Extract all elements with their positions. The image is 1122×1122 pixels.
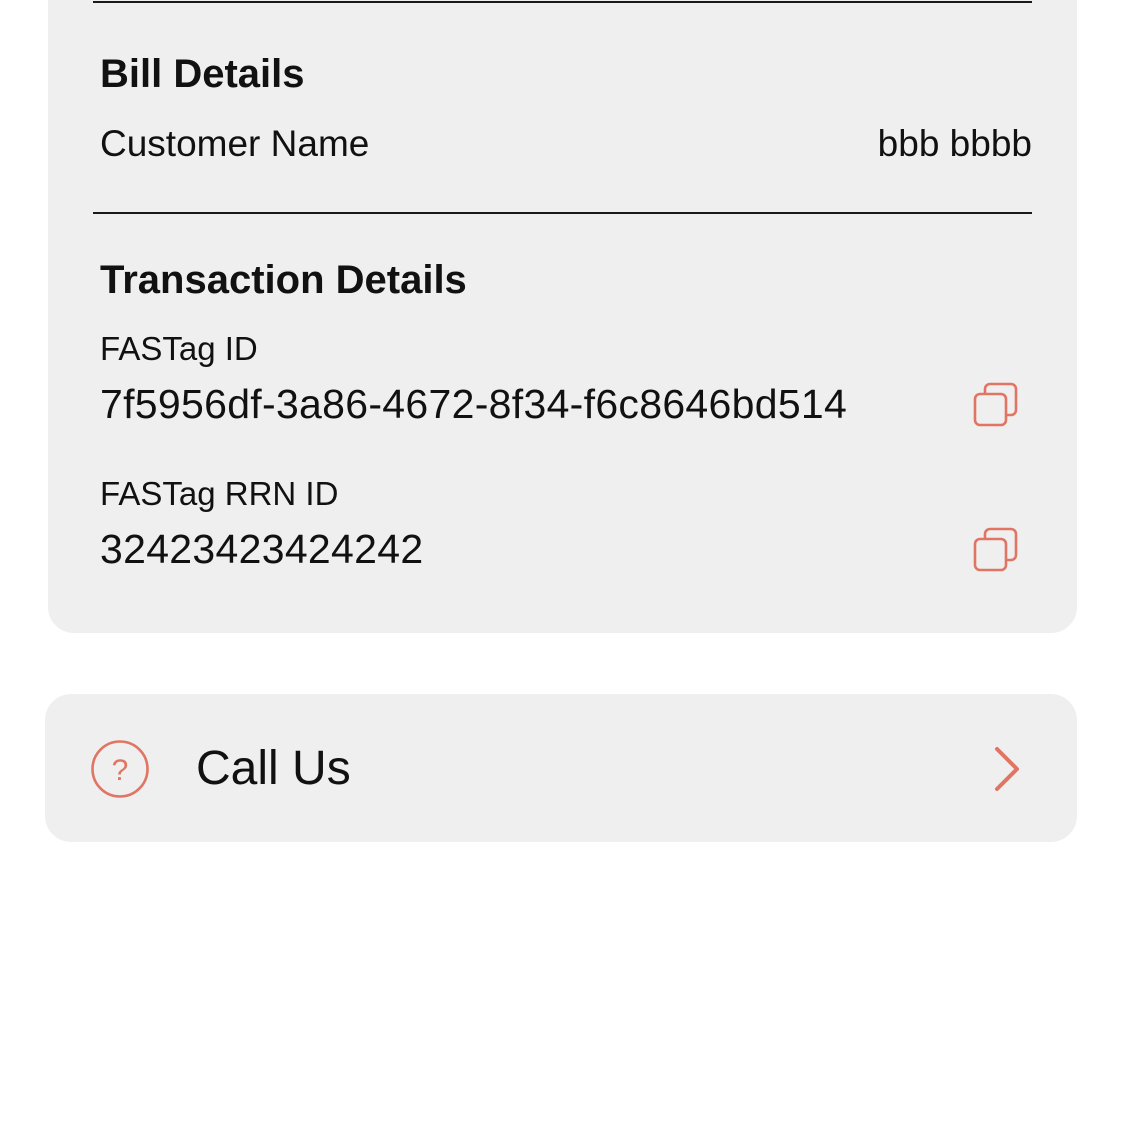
customer-name-value: bbb bbbb [877, 123, 1032, 164]
fastag-rrn-label: FASTag RRN ID [100, 475, 339, 512]
fastag-id-label: FASTag ID [100, 330, 258, 367]
top-divider [93, 1, 1032, 3]
fastag-rrn-value: 32423423424242 [100, 526, 424, 572]
call-us-button[interactable]: ? Call Us [45, 694, 1077, 842]
copy-fastag-rrn-button[interactable] [970, 525, 1020, 575]
call-us-label: Call Us [196, 742, 351, 795]
customer-name-label: Customer Name [100, 123, 370, 164]
section-divider [93, 212, 1032, 214]
copy-icon [973, 382, 1018, 427]
bill-details-title: Bill Details [100, 52, 305, 96]
fastag-id-value: 7f5956df-3a86-4672-8f34-f6c8646bd514 [100, 381, 848, 427]
copy-fastag-id-button[interactable] [970, 380, 1020, 430]
chevron-right-icon [991, 745, 1025, 793]
transaction-details-title: Transaction Details [100, 258, 467, 302]
svg-text:?: ? [112, 754, 129, 787]
question-circle-icon: ? [90, 739, 150, 799]
copy-icon [973, 527, 1018, 572]
